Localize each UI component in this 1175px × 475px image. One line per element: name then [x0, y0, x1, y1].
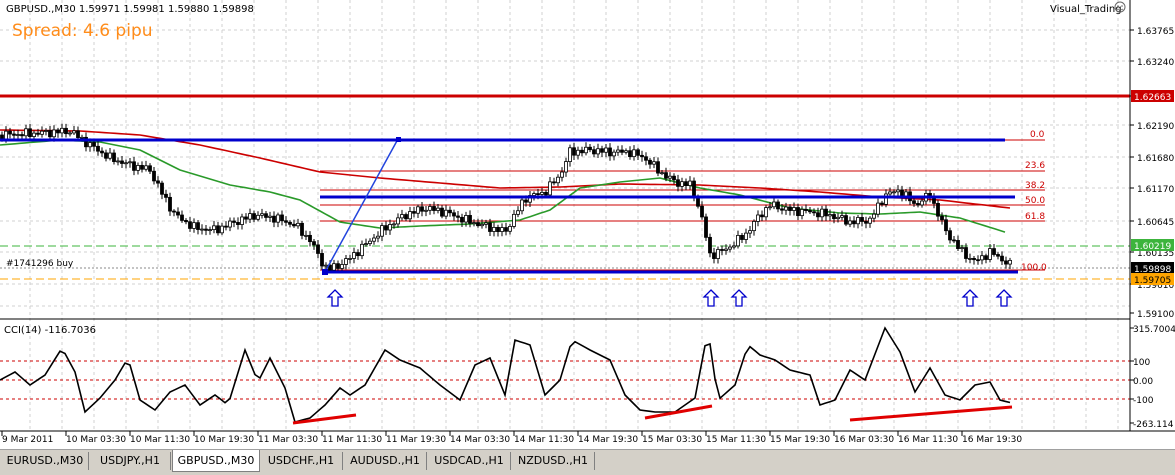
price-tick-label: 1.59100 — [1137, 310, 1174, 320]
time-tick-label: 14 Mar 19:30 — [578, 435, 638, 445]
fibo-label: 38.2 — [1025, 181, 1045, 191]
price-tick-label: 1.60645 — [1137, 218, 1174, 228]
time-tick-label: 10 Mar 19:30 — [194, 435, 254, 445]
time-tick-label: 11 Mar 03:30 — [258, 435, 318, 445]
time-tick-label: 16 Mar 03:30 — [834, 435, 894, 445]
spread-indicator: Spread: 4.6 pipu — [12, 21, 153, 41]
tab-nzdusd[interactable]: NZDUSD.,H1 — [512, 452, 595, 470]
time-tick-label: 10 Mar 03:30 — [66, 435, 126, 445]
time-tick-label: 9 Mar 2011 — [2, 435, 53, 445]
price-tick-label: 1.61170 — [1137, 185, 1174, 195]
price-tick-label: 1.63765 — [1137, 27, 1174, 37]
time-tick-label: 11 Mar 19:30 — [386, 435, 446, 445]
time-tick-label: 16 Mar 11:30 — [898, 435, 958, 445]
time-tick-label: 14 Mar 03:30 — [450, 435, 510, 445]
time-tick-label: 10 Mar 11:30 — [130, 435, 190, 445]
time-tick-label: 11 Mar 11:30 — [322, 435, 382, 445]
tab-audusd[interactable]: AUDUSD.,H1 — [344, 452, 427, 470]
fibo-label: 23.6 — [1025, 161, 1045, 171]
fibo-label: 0.0 — [1030, 130, 1045, 140]
chart-area[interactable]: 0.0 23.6 38.2 50.0 61.8 100.0 GBPUSD.,M3… — [0, 0, 1175, 449]
cci-tick-label: -263.114 — [1133, 420, 1174, 430]
price-tick-label: 1.63240 — [1137, 58, 1174, 68]
time-tick-label: 15 Mar 03:30 — [642, 435, 702, 445]
time-tick-label: 14 Mar 11:30 — [514, 435, 574, 445]
price-tag-label: 1.60219 — [1134, 242, 1171, 252]
price-tick-label: 1.61680 — [1137, 154, 1174, 164]
trend-handle[interactable] — [396, 137, 401, 142]
time-tick-label: 15 Mar 11:30 — [706, 435, 766, 445]
tab-usdchf[interactable]: USDCHF.,H1 — [260, 452, 343, 470]
tab-usdjpy[interactable]: USDJPY.,H1 — [90, 452, 171, 470]
time-tick-label: 16 Mar 19:30 — [962, 435, 1022, 445]
order-label: #1741296 buy — [6, 259, 74, 269]
tab-eurusd[interactable]: EURUSD.,M30 — [2, 452, 89, 470]
price-tag-label: 1.62663 — [1134, 93, 1171, 103]
trend-handle[interactable] — [322, 269, 328, 275]
fibo-label: 61.8 — [1025, 212, 1045, 222]
tab-gbpusd[interactable]: GBPUSD.,M30 — [172, 450, 260, 472]
chart-tabs: EURUSD.,M30 USDJPY.,H1 GBPUSD.,M30 USDCH… — [0, 449, 1175, 475]
fibo-label: 100.0 — [1021, 263, 1047, 273]
time-tick-label: 15 Mar 19:30 — [770, 435, 830, 445]
price-tag-label: 1.59705 — [1134, 276, 1171, 286]
tab-usdcad[interactable]: USDCAD.,H1 — [428, 452, 511, 470]
cci-tick-label: 315.7004 — [1133, 325, 1175, 335]
cci-tick-label: 100 — [1133, 358, 1150, 368]
expert-name: Visual_Trading — [1050, 4, 1122, 15]
fibo-label: 50.0 — [1025, 196, 1045, 206]
price-tick-label: 1.62190 — [1137, 122, 1174, 132]
cci-tick-label: 0.00 — [1133, 377, 1153, 387]
cci-title: CCI(14) -116.7036 — [4, 325, 96, 336]
symbol-info: GBPUSD.,M30 1.59971 1.59981 1.59880 1.59… — [6, 4, 254, 15]
cci-tick-label: -100 — [1133, 396, 1154, 406]
